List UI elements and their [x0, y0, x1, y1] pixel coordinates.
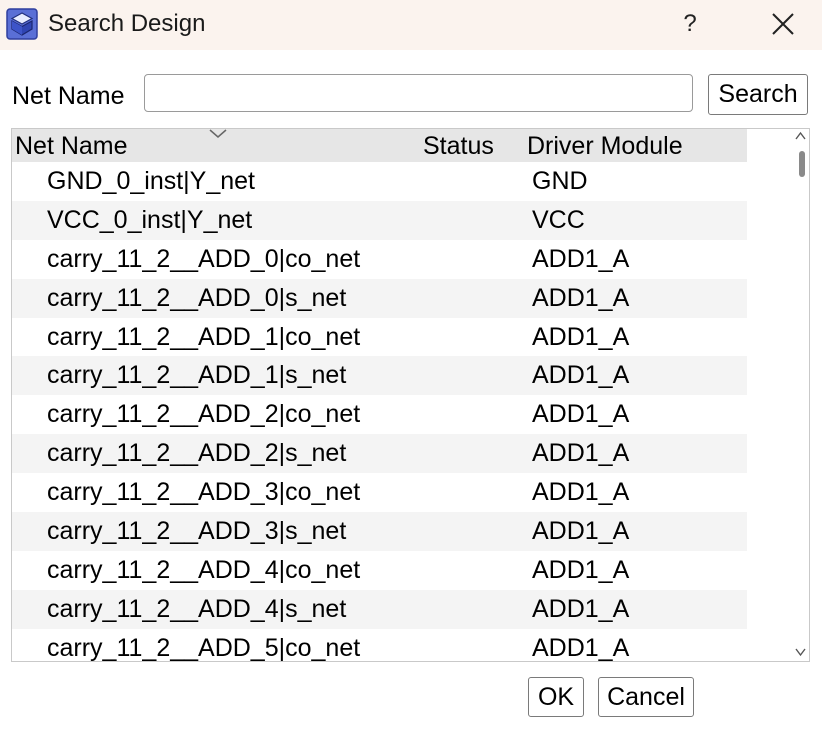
table-row[interactable]: carry_11_2__ADD_3|s_net ADD1_A	[12, 512, 747, 551]
cell-driver-module: ADD1_A	[532, 594, 630, 623]
column-header-status[interactable]: Status	[423, 129, 523, 162]
table-row[interactable]: carry_11_2__ADD_0|s_net ADD1_A	[12, 278, 747, 318]
table-row[interactable]: carry_11_2__ADD_4|co_net ADD1_A	[12, 551, 747, 590]
close-icon[interactable]	[760, 4, 804, 44]
cell-net-name: carry_11_2__ADD_1|co_net	[47, 322, 361, 351]
cell-driver-module: ADD1_A	[532, 517, 630, 546]
table-row[interactable]: carry_11_2__ADD_5|co_net ADD1_A	[12, 629, 747, 662]
cell-net-name: carry_11_2__ADD_3|s_net	[47, 517, 347, 546]
table-row[interactable]: carry_11_2__ADD_0|co_net ADD1_A	[12, 240, 747, 279]
table-row[interactable]: VCC_0_inst|Y_net VCC	[12, 200, 747, 240]
net-name-label: Net Name	[12, 82, 125, 110]
cell-net-name: GND_0_inst|Y_net	[47, 167, 255, 195]
cell-net-name: carry_11_2__ADD_1|s_net	[47, 361, 347, 390]
chevron-down-icon	[209, 129, 227, 138]
net-name-input[interactable]	[144, 74, 693, 112]
cell-driver-module: ADD1_A	[532, 361, 630, 390]
table-body: GND_0_inst|Y_net GND VCC_0_inst|Y_net VC…	[12, 162, 747, 662]
ok-button[interactable]: OK	[528, 677, 584, 717]
title-bar: Search Design ?	[0, 0, 822, 50]
cell-net-name: carry_11_2__ADD_4|s_net	[47, 594, 347, 623]
cell-driver-module: ADD1_A	[532, 633, 630, 662]
cell-driver-module: ADD1_A	[532, 322, 630, 351]
cell-driver-module: ADD1_A	[532, 555, 630, 584]
cell-net-name: carry_11_2__ADD_2|s_net	[47, 439, 347, 468]
cell-driver-module: GND	[532, 167, 588, 195]
cell-net-name: carry_11_2__ADD_4|co_net	[47, 555, 361, 584]
cell-net-name: carry_11_2__ADD_3|co_net	[47, 478, 361, 507]
scroll-up-arrow-icon[interactable]	[794, 129, 807, 143]
vertical-scrollbar[interactable]	[792, 129, 809, 661]
cell-net-name: carry_11_2__ADD_2|co_net	[47, 400, 361, 429]
cell-driver-module: ADD1_A	[532, 283, 630, 312]
app-logo-icon	[6, 8, 38, 40]
table-row[interactable]: carry_11_2__ADD_2|s_net ADD1_A	[12, 434, 747, 474]
cell-driver-module: VCC	[532, 205, 585, 234]
scrollbar-thumb[interactable]	[799, 151, 805, 177]
scroll-down-arrow-icon[interactable]	[794, 645, 807, 659]
cancel-button[interactable]: Cancel	[598, 677, 694, 717]
cell-net-name: carry_11_2__ADD_5|co_net	[47, 633, 361, 662]
cell-driver-module: ADD1_A	[532, 244, 630, 273]
table-row[interactable]: carry_11_2__ADD_1|s_net ADD1_A	[12, 356, 747, 396]
cell-driver-module: ADD1_A	[532, 439, 630, 468]
cell-driver-module: ADD1_A	[532, 478, 630, 507]
cell-net-name: VCC_0_inst|Y_net	[47, 205, 253, 234]
cell-net-name: carry_11_2__ADD_0|s_net	[47, 283, 347, 312]
table-row[interactable]: GND_0_inst|Y_net GND	[12, 162, 747, 201]
results-table: Net Name Status Driver Module GND_0_inst…	[11, 128, 810, 662]
table-header: Net Name Status Driver Module	[12, 129, 747, 162]
column-header-driver-module[interactable]: Driver Module	[527, 129, 747, 162]
table-row[interactable]: carry_11_2__ADD_1|co_net ADD1_A	[12, 318, 747, 357]
table-row[interactable]: carry_11_2__ADD_4|s_net ADD1_A	[12, 589, 747, 629]
cell-net-name: carry_11_2__ADD_0|co_net	[47, 244, 361, 273]
window-title: Search Design	[48, 10, 206, 37]
table-row[interactable]: carry_11_2__ADD_3|co_net ADD1_A	[12, 473, 747, 512]
help-button[interactable]: ?	[672, 6, 708, 42]
cell-driver-module: ADD1_A	[532, 400, 630, 429]
search-button[interactable]: Search	[708, 74, 808, 115]
table-row[interactable]: carry_11_2__ADD_2|co_net ADD1_A	[12, 395, 747, 434]
